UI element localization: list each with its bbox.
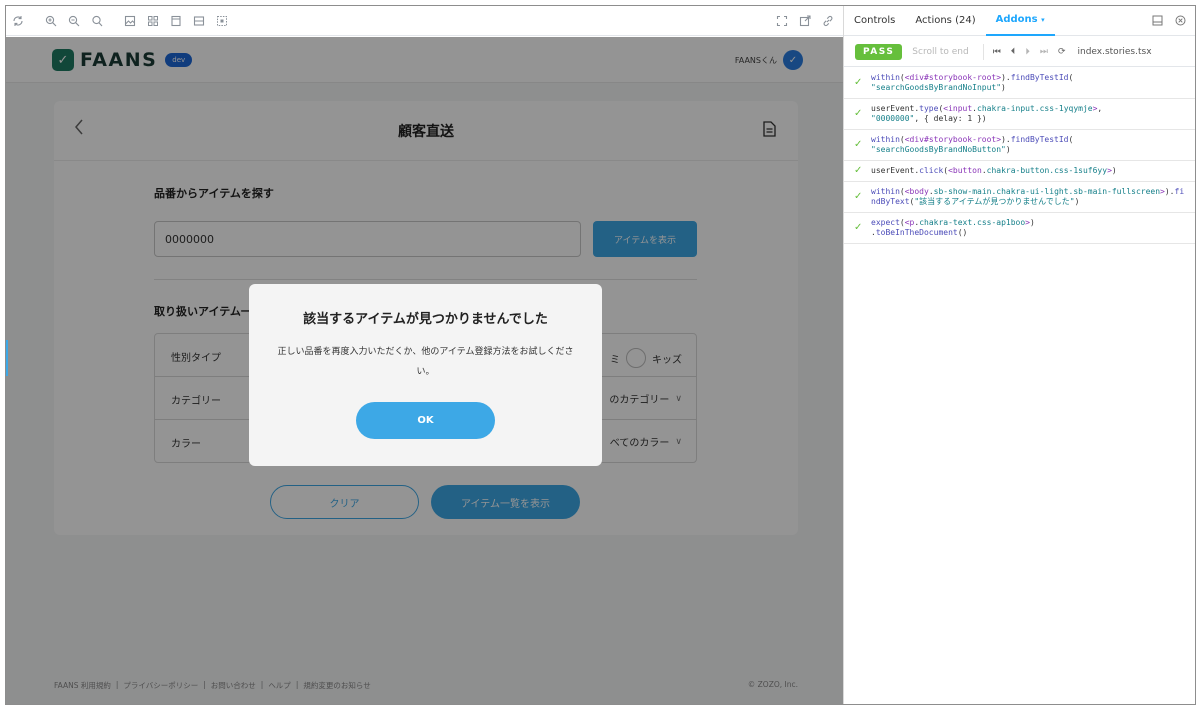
panel-resize-handle[interactable]	[6, 340, 8, 376]
go-to-start-icon[interactable]: ⏮	[993, 47, 1001, 57]
background-icon[interactable]	[119, 10, 141, 32]
code-token: ()	[957, 228, 968, 237]
code-token: expect	[871, 218, 900, 227]
zoom-out-icon[interactable]	[63, 10, 85, 32]
code-token: ).	[1001, 135, 1011, 144]
code-token: userEvent.	[871, 104, 920, 113]
tab-actions[interactable]: Actions (24)	[905, 6, 985, 36]
toolbar-divider	[982, 43, 984, 60]
interaction-log: ✓ within(<div#storybook-root>).findByTest…	[844, 68, 1195, 244]
code-token: userEvent.	[871, 166, 920, 175]
status-badge: PASS	[855, 43, 903, 60]
faans-app: ✓ FAANS dev FAANSくん ✓ 顧客直送 品番からアイテムを探す 0…	[6, 37, 843, 704]
code-token: findByTestId	[1010, 135, 1069, 144]
zoom-reset-icon[interactable]	[86, 10, 108, 32]
pass-check-icon: ✓	[854, 222, 863, 233]
pass-check-icon: ✓	[854, 77, 863, 88]
interaction-step[interactable]: ✓ userEvent.click(<button.chakra-button.c…	[844, 161, 1195, 182]
rerun-icon[interactable]: ⟳	[1058, 47, 1066, 57]
code-token: within	[871, 187, 900, 196]
dialog-title: 該当するアイテムが見つかりませんでした	[303, 312, 548, 327]
code-token: toBeInTheDocument	[875, 228, 958, 237]
dialog-message: 正しい品番を再度入力いただくか、他のアイテム登録方法をお試しください。	[277, 347, 574, 377]
code-token: <p	[904, 218, 915, 227]
code-token: <body	[904, 187, 929, 196]
code-token: , { delay: 1 })	[914, 114, 987, 123]
tab-addons-label: Addons	[995, 14, 1038, 25]
panel-tabs: Controls Actions (24) Addons ▾	[844, 6, 1195, 36]
code-token: <div#storybook-root>	[904, 73, 1002, 82]
viewport-icon[interactable]	[165, 10, 187, 32]
scroll-to-end-button[interactable]: Scroll to end	[912, 47, 968, 57]
code-token: <button	[948, 166, 982, 175]
zoom-in-icon[interactable]	[40, 10, 62, 32]
code-token: )	[1005, 145, 1011, 154]
grid-icon[interactable]	[142, 10, 164, 32]
ok-button[interactable]: OK	[356, 402, 495, 439]
code-token: click	[919, 166, 944, 175]
code-token: <input	[943, 104, 973, 113]
addons-panel: Controls Actions (24) Addons ▾ PASS Scro…	[843, 6, 1195, 704]
storybook-window: ✓ FAANS dev FAANSくん ✓ 顧客直送 品番からアイテムを探す 0…	[5, 5, 1196, 705]
step-forward-icon[interactable]: ⏵	[1025, 47, 1030, 57]
code-token: within	[871, 135, 900, 144]
step-back-icon[interactable]: ⏴	[1011, 47, 1016, 57]
measure-icon[interactable]	[188, 10, 210, 32]
code-token: (	[1068, 73, 1074, 82]
copy-link-icon[interactable]	[817, 10, 839, 32]
pass-check-icon: ✓	[854, 108, 863, 119]
interactions-toolbar: PASS Scroll to end ⏮ ⏴ ⏵ ⏭ ⟳ index.stori…	[844, 37, 1195, 67]
story-preview: ✓ FAANS dev FAANSくん ✓ 顧客直送 品番からアイテムを探す 0…	[6, 6, 843, 704]
interaction-step[interactable]: ✓ within(<body.sb-show-main.chakra-ui-lig…	[844, 182, 1195, 213]
code-token: findByTestId	[1010, 73, 1069, 82]
code-token: "0000000"	[871, 114, 915, 123]
code-token: <div#storybook-root>	[904, 135, 1002, 144]
chevron-down-icon: ▾	[1041, 15, 1045, 24]
code-token: "searchGoodsByBrandNoButton"	[871, 145, 1006, 154]
pass-check-icon: ✓	[854, 139, 863, 150]
tab-controls[interactable]: Controls	[844, 6, 905, 36]
pass-check-icon: ✓	[854, 191, 863, 202]
outline-icon[interactable]	[211, 10, 233, 32]
code-token: )	[1074, 197, 1080, 206]
story-file-name: index.stories.tsx	[1077, 46, 1152, 57]
code-token: sb-show-main.chakra-ui-light.sb-main-ful…	[933, 187, 1161, 196]
interaction-step[interactable]: ✓ userEvent.type(<input.chakra-input.css-…	[844, 99, 1195, 130]
interaction-step[interactable]: ✓ within ( <div#storybook-root>).findByTest…	[844, 68, 1195, 99]
code-token: "該当するアイテムが見つかりませんでした"	[914, 197, 1075, 206]
fullscreen-icon[interactable]	[771, 10, 793, 32]
code-token: ).	[1164, 187, 1175, 196]
code-token: )	[1001, 83, 1006, 92]
pass-check-icon: ✓	[854, 165, 863, 176]
interaction-step[interactable]: ✓ expect(<p.chakra-text.css-ap1boo>) .toB…	[844, 213, 1195, 244]
code-token: chakra-input.css-1yqymje	[977, 104, 1093, 113]
go-to-end-icon[interactable]: ⏭	[1040, 47, 1048, 57]
code-token: )	[1111, 166, 1117, 175]
code-token: type	[919, 104, 939, 113]
code-token: within	[871, 73, 900, 82]
code-token: chakra-button.css-1suf6yy	[986, 166, 1108, 175]
reload-icon[interactable]	[7, 10, 29, 32]
code-token: (	[1068, 135, 1074, 144]
tab-addons[interactable]: Addons ▾	[985, 6, 1055, 36]
interaction-step[interactable]: ✓ within ( <div#storybook-root>).findByTest…	[844, 130, 1195, 161]
close-icon[interactable]	[1175, 11, 1186, 30]
panel-position-icon[interactable]	[1152, 11, 1163, 30]
new-tab-icon[interactable]	[794, 10, 816, 32]
preview-toolbar	[6, 6, 843, 36]
code-token: "searchGoodsByBrandNoInput"	[871, 83, 1002, 92]
not-found-dialog: 該当するアイテムが見つかりませんでした 正しい品番を再度入力いただくか、他のアイ…	[249, 284, 602, 466]
code-token: chakra-text.css-ap1boo	[919, 218, 1026, 227]
code-token: ,	[1097, 104, 1103, 113]
code-token: ).	[1001, 73, 1011, 82]
